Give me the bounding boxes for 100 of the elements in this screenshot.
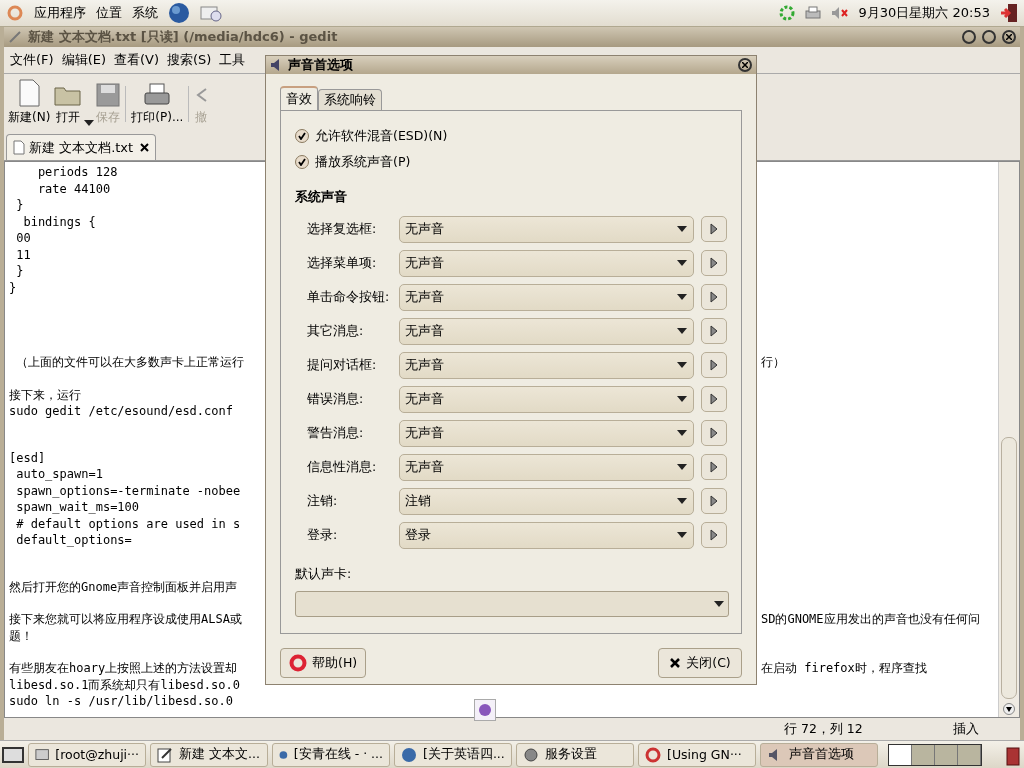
document-icon [17, 79, 42, 107]
monitor-icon [35, 747, 50, 762]
sound-dropdown[interactable]: 登录 [398, 521, 695, 549]
taskbar-item[interactable]: 声音首选项 [760, 742, 878, 767]
speaker-muted-icon[interactable] [830, 6, 849, 20]
caret-icon [714, 601, 724, 607]
mail-clock-icon[interactable] [200, 3, 222, 23]
document-tab[interactable]: 新建 文本文档.txt [6, 134, 156, 160]
clock[interactable]: 9月30日星期六 20:53 [858, 4, 990, 22]
checkbox[interactable] [295, 129, 309, 143]
close-icon [1006, 34, 1012, 40]
play-button[interactable] [701, 454, 727, 480]
printer-icon[interactable] [804, 6, 821, 20]
checkbox-label[interactable]: 播放系统声音(P) [315, 153, 411, 171]
sound-dropdown[interactable]: 无声音 [398, 283, 695, 311]
sound-dropdown[interactable]: 无声音 [398, 385, 695, 413]
sound-label: 选择菜单项: [307, 254, 378, 272]
menu-item[interactable]: 查看(V) [114, 51, 160, 69]
play-button[interactable] [701, 386, 727, 412]
sound-dropdown[interactable]: 无声音 [398, 317, 695, 345]
sound-dropdown[interactable]: 无声音 [398, 249, 695, 277]
folder-icon [54, 85, 83, 107]
text-line: rate 44100 [36, 180, 112, 197]
text-line: spawn_options=-terminate -nobee [15, 482, 242, 499]
lifebuoy-icon [289, 654, 307, 672]
taskbar-item[interactable]: 新建 文本文... [150, 742, 268, 767]
checkbox-label[interactable]: 允许软件混音(ESD)(N) [315, 127, 448, 145]
sound-dropdown[interactable]: 无声音 [398, 351, 695, 379]
section-heading: 系统声音 [295, 189, 348, 206]
logout-icon[interactable] [1000, 3, 1018, 23]
panel-menu[interactable]: 系统 [132, 4, 158, 22]
sound-label: 错误消息: [307, 390, 365, 408]
play-button[interactable] [701, 284, 727, 310]
sound-label: 选择复选框: [307, 220, 378, 238]
play-icon [710, 291, 719, 303]
print-button[interactable]: 打印(P)... [129, 83, 186, 126]
sound-label: 提问对话框: [307, 356, 378, 374]
play-button[interactable] [701, 216, 727, 242]
sound-label: 登录: [307, 526, 339, 544]
taskbar-item[interactable]: [关于英语四... [394, 742, 512, 767]
caret-icon [677, 362, 688, 368]
scrollbar[interactable] [998, 162, 1019, 717]
caret-icon [677, 226, 688, 232]
field-label: 默认声卡: [295, 566, 353, 583]
text-line: spawn_wait_ms=100 [15, 499, 141, 516]
text-line: default_options= [15, 532, 133, 549]
sound-dropdown[interactable]: 注销 [398, 487, 695, 515]
open-button[interactable]: 打开 [52, 85, 85, 126]
play-icon [710, 461, 719, 473]
play-button[interactable] [701, 522, 727, 548]
play-button[interactable] [701, 488, 727, 514]
play-icon [710, 325, 719, 337]
tab[interactable]: 音效 [280, 86, 318, 111]
close-button[interactable]: 关闭(C) [658, 648, 742, 678]
taskbar-item[interactable]: [root@zhuji··· [28, 742, 146, 767]
checkbox[interactable] [295, 155, 309, 169]
minimize-button[interactable] [962, 30, 976, 44]
panel-menu[interactable]: 位置 [96, 4, 122, 22]
taskbar-item[interactable]: 服务设置 [516, 742, 634, 767]
sound-dropdown[interactable]: 无声音 [398, 419, 695, 447]
close-icon[interactable] [140, 143, 149, 152]
text-line: sudo gedit /etc/esound/esd.conf [9, 403, 234, 420]
caret-icon [677, 498, 688, 504]
play-button[interactable] [701, 250, 727, 276]
tab[interactable]: 系统响铃 [318, 89, 382, 111]
sound-dropdown[interactable]: 无声音 [398, 453, 695, 481]
pencil-document-icon [157, 746, 173, 763]
menu-item[interactable]: 搜索(S) [167, 51, 212, 69]
menu-item[interactable]: 编辑(E) [61, 51, 106, 69]
sound-label: 信息性消息: [307, 458, 378, 476]
caret-icon [677, 430, 688, 436]
taskbar-item[interactable]: [Using GN··· [638, 742, 756, 767]
text-line: 接下来您就可以将应用程序设成使用ALSA或 [9, 611, 243, 628]
text-line: 在启动 firefox时，程序查找 [761, 660, 928, 677]
close-button[interactable] [1002, 30, 1016, 44]
menu-item[interactable]: 工具 [219, 51, 246, 69]
maximize-button[interactable] [982, 30, 996, 44]
panel-menu[interactable]: 应用程序 [34, 4, 86, 22]
play-icon [710, 257, 719, 269]
play-button[interactable] [701, 420, 727, 446]
sound-label: 注销: [307, 492, 339, 510]
input-method-icon[interactable] [474, 699, 496, 721]
close-button[interactable] [738, 58, 752, 72]
play-button[interactable] [701, 318, 727, 344]
tab-label: 新建 文本文档.txt [29, 138, 135, 157]
workspace-switcher[interactable] [888, 743, 982, 766]
play-button[interactable] [701, 352, 727, 378]
cursor-position: 行 72，列 12 [784, 720, 863, 738]
help-button[interactable]: 帮助(H) [280, 648, 367, 678]
sound-dropdown[interactable]: 无声音 [398, 215, 695, 243]
text-line: auto_spawn=1 [15, 466, 104, 483]
text-line: 然后打开您的Gnome声音控制面板并启用声 [9, 578, 239, 595]
text-line: libesd.so.1而系统却只有libesd.so.0 [9, 676, 241, 693]
play-icon [710, 359, 719, 371]
show-desktop-icon[interactable] [2, 744, 24, 765]
caret-icon [677, 260, 688, 266]
new-button[interactable]: 新建(N) [6, 79, 53, 126]
taskbar-item[interactable]: [安青在线 - · ... [272, 742, 390, 767]
menu-item[interactable]: 文件(F) [10, 51, 54, 69]
globe-icon[interactable] [168, 2, 190, 24]
